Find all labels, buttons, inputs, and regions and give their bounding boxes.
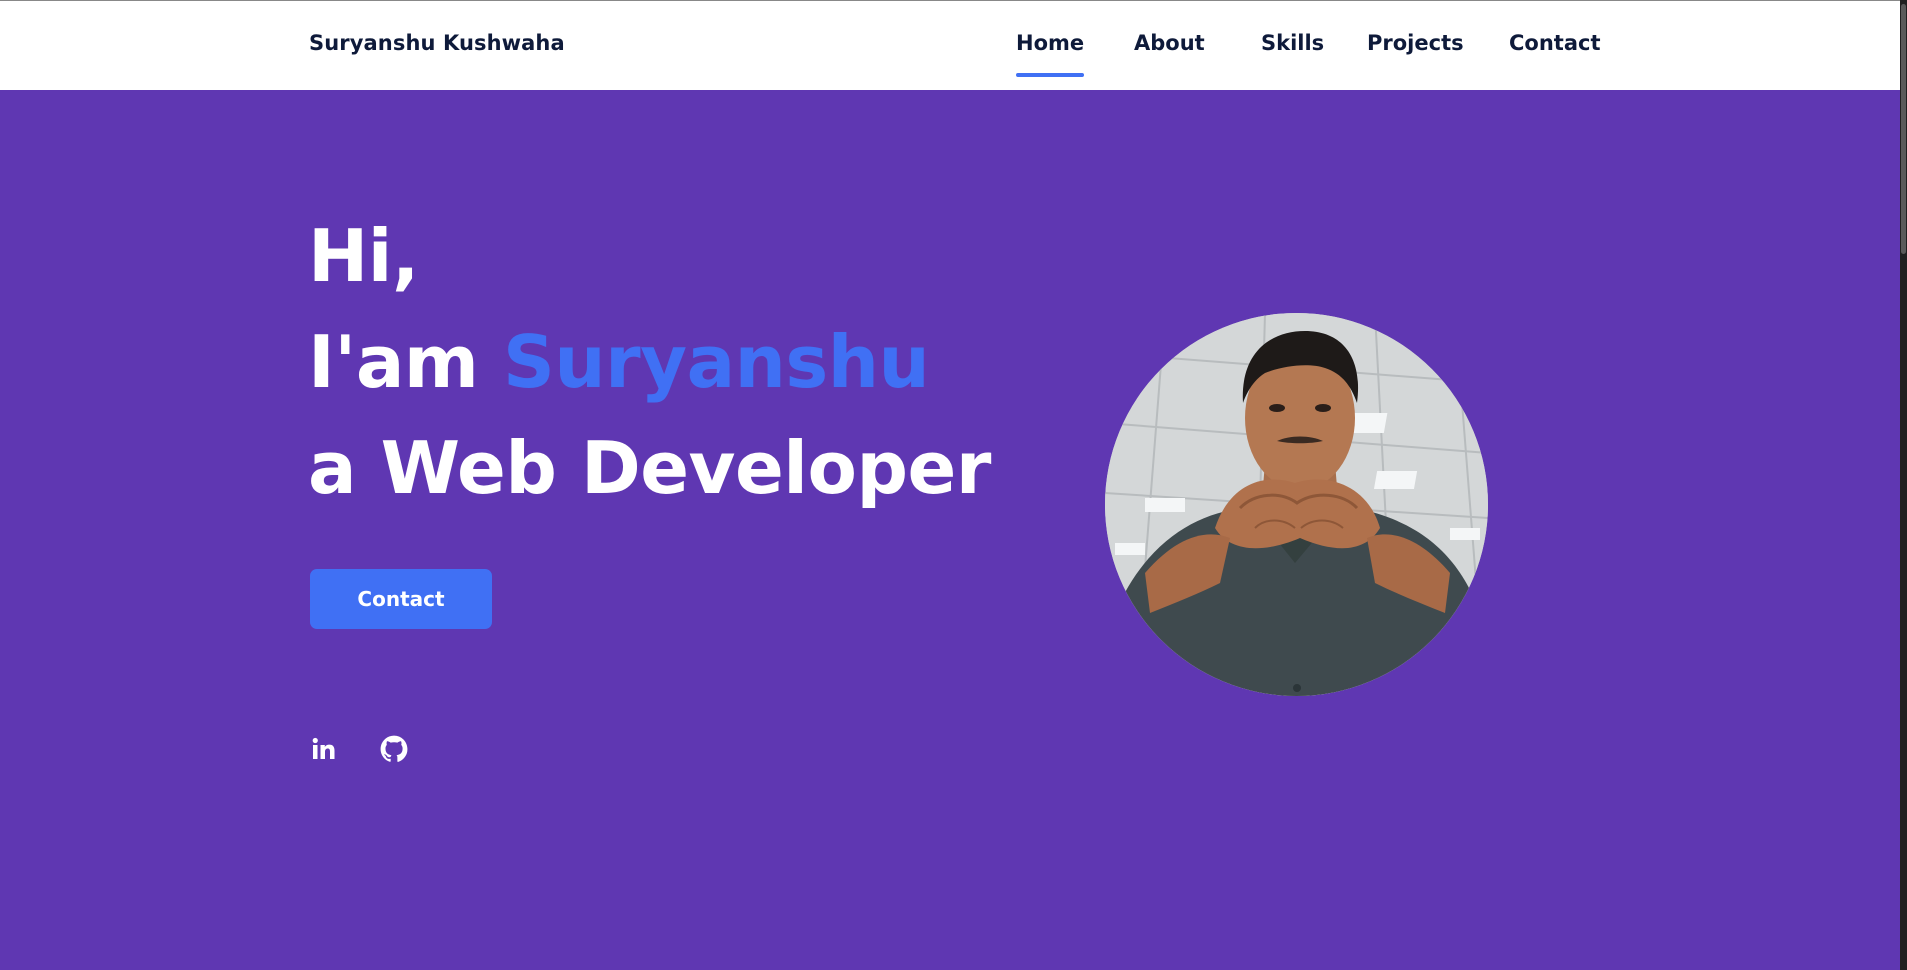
site-logo[interactable]: Suryanshu Kushwaha [309,31,565,55]
github-link[interactable] [379,734,409,764]
nav-projects-link[interactable]: Projects [1367,31,1464,55]
hero-role: a Web Developer [308,426,991,510]
scrollbar-thumb[interactable] [1901,4,1906,254]
hero-intro-prefix: I'am [308,320,479,404]
page-viewport: Suryanshu Kushwaha Home About Skills Pro… [0,0,1907,970]
contact-button[interactable]: Contact [310,569,492,629]
hero-greeting: Hi, [308,214,419,298]
linkedin-link[interactable] [309,734,339,764]
linkedin-icon [312,737,335,759]
profile-photo-illustration [1105,313,1488,696]
nav-about-link[interactable]: About [1134,31,1205,55]
nav-home-link[interactable]: Home [1016,31,1085,77]
hero-name: Suryanshu [503,320,930,404]
github-icon [380,735,408,762]
profile-photo [1105,313,1488,696]
hero-intro: I'am Suryanshu [308,326,930,398]
nav-skills-link[interactable]: Skills [1261,31,1324,55]
nav-contact-link[interactable]: Contact [1509,31,1601,55]
site-header: Suryanshu Kushwaha Home About Skills Pro… [0,0,1900,90]
